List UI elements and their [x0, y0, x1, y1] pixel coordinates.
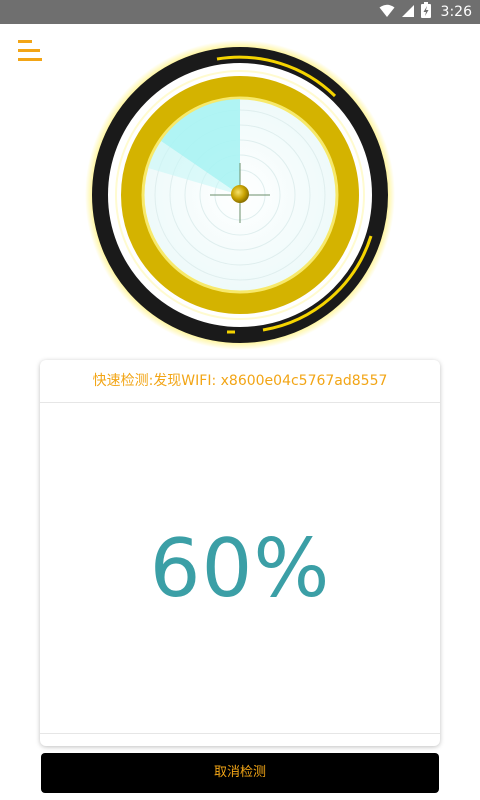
- progress-area: 60%: [40, 403, 440, 733]
- radar-scanner: [85, 40, 395, 350]
- signal-icon: [401, 3, 415, 22]
- status-icons: 3:26: [379, 0, 472, 24]
- wifi-icon: [379, 3, 395, 22]
- hamburger-menu-icon: [18, 40, 42, 61]
- menu-button[interactable]: [16, 38, 44, 66]
- status-bar: 3:26: [0, 0, 480, 24]
- scan-status-text: 快速检测:发现WIFI: x8600e04c5767ad8557: [40, 360, 440, 403]
- progress-percent: 60%: [149, 521, 331, 615]
- radar-core: [231, 185, 249, 203]
- card-divider: [40, 733, 440, 734]
- scan-result-card: 快速检测:发现WIFI: x8600e04c5767ad8557 60%: [40, 360, 440, 746]
- cancel-scan-button[interactable]: 取消检测: [41, 753, 439, 793]
- status-time: 3:26: [440, 4, 472, 20]
- battery-charging-icon: [420, 2, 431, 22]
